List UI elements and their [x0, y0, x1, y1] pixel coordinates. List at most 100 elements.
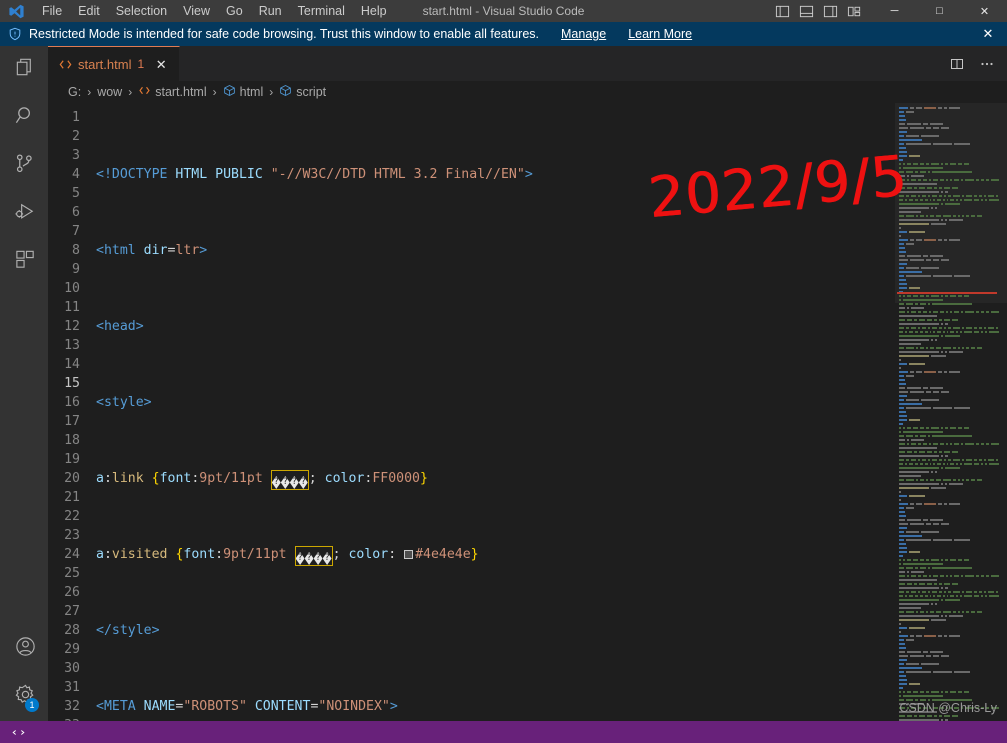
minimap-line — [899, 543, 999, 546]
minimap-line — [899, 655, 999, 658]
minimap-line — [899, 183, 999, 186]
minimap-line — [899, 143, 999, 146]
sidebar-item-accounts[interactable] — [0, 625, 48, 673]
minimap-line — [899, 223, 999, 226]
breadcrumb-label: html — [239, 85, 264, 99]
banner-learn-more-link[interactable]: Learn More — [628, 27, 692, 41]
window-minimize-button[interactable]: ─ — [872, 0, 917, 22]
breadcrumb-item-file[interactable]: start.html — [137, 84, 207, 100]
sidebar-item-source-control[interactable] — [0, 142, 48, 190]
window-maximize-button[interactable]: □ — [917, 0, 962, 22]
minimap-line — [899, 267, 999, 270]
minimap-line — [899, 199, 1000, 202]
minimap-line — [899, 531, 999, 534]
minimap-line — [899, 387, 999, 390]
minimap-line — [899, 131, 999, 134]
split-editor-icon[interactable] — [943, 50, 971, 78]
code-line: a:link {font:9pt/11pt ????; color:FF0000… — [96, 469, 895, 490]
minimap-content — [899, 107, 1000, 721]
minimap-scrollbar[interactable] — [993, 103, 1007, 721]
line-number: 30 — [64, 661, 80, 676]
line-number: 14 — [64, 357, 80, 372]
menu-edit[interactable]: Edit — [70, 0, 108, 22]
minimap-line — [899, 479, 999, 482]
minimap-line — [899, 507, 999, 510]
banner-manage-link[interactable]: Manage — [561, 27, 606, 41]
minimap-line — [899, 435, 999, 438]
minimap-line — [899, 483, 999, 486]
minimap-line — [899, 399, 999, 402]
minimap-line — [899, 447, 999, 450]
minimap-line — [899, 551, 999, 554]
menu-go[interactable]: Go — [218, 0, 251, 22]
sidebar-item-manage-settings[interactable]: 1 — [0, 673, 48, 721]
breadcrumb-label: start.html — [155, 85, 207, 99]
menu-terminal[interactable]: Terminal — [290, 0, 353, 22]
search-icon — [14, 104, 37, 132]
window-close-button[interactable]: ✕ — [962, 0, 1007, 22]
source-control-icon — [14, 152, 37, 180]
color-swatch — [404, 550, 414, 559]
minimap-line — [899, 607, 999, 610]
breadcrumb-item-folder[interactable]: wow — [96, 85, 123, 99]
minimap-line — [899, 571, 999, 574]
minimap-line — [899, 671, 999, 674]
menu-help[interactable]: Help — [353, 0, 395, 22]
breadcrumb-item-symbol-html[interactable]: html — [222, 84, 265, 100]
layout-grid-icon[interactable] — [842, 0, 866, 22]
code-editor[interactable]: 1 2 3 4 5 6 7 8 9 10 11 12 13 14 15 16 1 — [48, 103, 1007, 721]
minimap-line — [899, 523, 999, 526]
sidebar-item-extensions[interactable] — [0, 238, 48, 286]
shield-icon — [8, 27, 22, 41]
banner-close-icon[interactable]: ✕ — [977, 23, 999, 45]
code-lines[interactable]: <!DOCTYPE HTML PUBLIC "-//W3C//DTD HTML … — [96, 103, 895, 721]
minimap-line — [899, 119, 999, 122]
close-icon[interactable]: ✕ — [153, 56, 169, 72]
minimap-line — [899, 699, 999, 702]
minimap-line — [899, 315, 999, 318]
code-line: <!DOCTYPE HTML PUBLIC "-//W3C//DTD HTML … — [96, 167, 533, 182]
sidebar-item-search[interactable] — [0, 94, 48, 142]
breadcrumb-item-drive[interactable]: G: — [67, 85, 82, 99]
code-line: <html dir=ltr> — [96, 243, 208, 258]
sidebar-item-explorer[interactable] — [0, 46, 48, 94]
panel-left-icon[interactable] — [770, 0, 794, 22]
minimap-line — [899, 371, 999, 374]
minimap[interactable] — [895, 103, 1007, 721]
minimap-line — [899, 299, 999, 302]
editor-tabs-bar: start.html 1 ✕ — [48, 46, 1007, 81]
tab-start-html[interactable]: start.html 1 ✕ — [48, 46, 181, 81]
menu-bar: File Edit Selection View Go Run Terminal… — [34, 0, 395, 22]
minimap-line — [899, 243, 999, 246]
workspace-trust-banner: Restricted Mode is intended for safe cod… — [0, 22, 1007, 46]
minimap-line — [899, 195, 999, 198]
minimap-line — [899, 167, 999, 170]
menu-selection[interactable]: Selection — [108, 0, 175, 22]
minimap-line — [899, 323, 999, 326]
layout-controls — [770, 0, 866, 22]
run-debug-icon — [14, 200, 37, 228]
title-bar: File Edit Selection View Go Run Terminal… — [0, 0, 1007, 22]
minimap-line — [899, 139, 999, 142]
code-line: a:visited {font:9pt/11pt ????; color: #4… — [96, 545, 895, 566]
menu-file[interactable]: File — [34, 0, 70, 22]
menu-view[interactable]: View — [175, 0, 218, 22]
vscode-logo-icon — [0, 3, 32, 20]
minimap-line — [899, 567, 999, 570]
minimap-line — [899, 459, 999, 462]
sidebar-item-run-and-debug[interactable] — [0, 190, 48, 238]
minimap-line — [899, 431, 999, 434]
html-file-icon — [58, 57, 73, 72]
panel-bottom-icon[interactable] — [794, 0, 818, 22]
minimap-line — [899, 471, 999, 474]
breadcrumb-item-symbol-script[interactable]: script — [278, 84, 327, 100]
menu-run[interactable]: Run — [251, 0, 290, 22]
line-number: 7 — [72, 224, 80, 239]
breadcrumb: G: › wow › start.html › html › script — [48, 81, 1007, 103]
minimap-line — [899, 555, 999, 558]
status-remote-indicator[interactable] — [6, 721, 31, 743]
minimap-line — [899, 319, 999, 322]
minimap-line — [899, 575, 999, 578]
panel-right-icon[interactable] — [818, 0, 842, 22]
ellipsis-icon[interactable] — [973, 50, 1001, 78]
